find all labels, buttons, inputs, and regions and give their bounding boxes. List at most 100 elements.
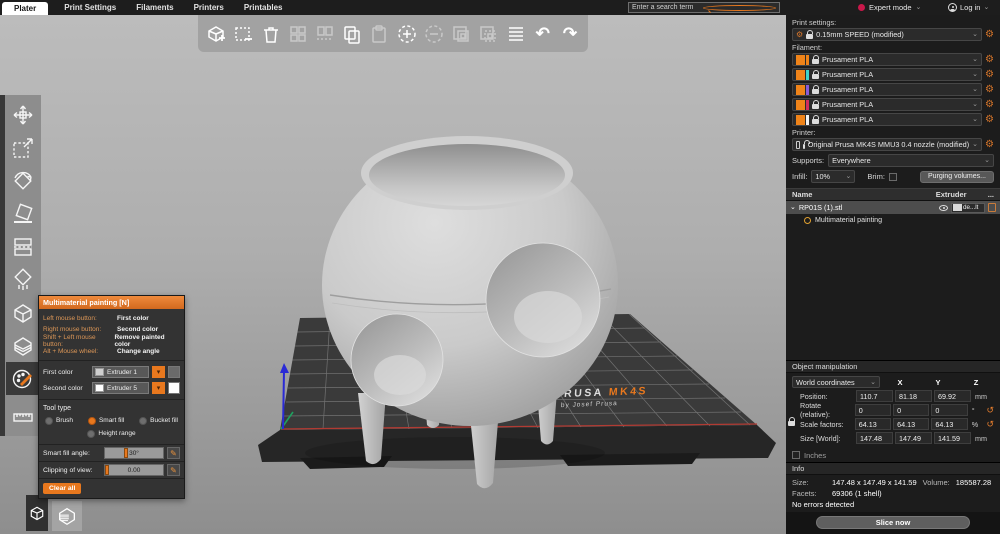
preview-view-button[interactable] [52,501,82,531]
rotate-tool[interactable] [6,164,40,197]
slider-handle[interactable] [124,448,128,458]
filament-2-select[interactable]: Prusament PLA ⌄ [792,68,982,81]
split-parts-button[interactable] [476,21,500,47]
supports-select[interactable]: Everywhere ⌄ [828,154,994,167]
edit-settings-icon[interactable] [988,203,996,212]
second-color-select[interactable]: Extruder 5 [92,382,149,394]
position-y-field[interactable]: 81.18 [895,390,932,402]
scale-tool[interactable] [6,131,40,164]
uniform-scale-lock-icon[interactable] [788,421,795,426]
tab-printables[interactable]: Printables [234,0,293,15]
brim-checkbox[interactable] [889,173,897,181]
editor-view-button[interactable] [26,495,48,531]
edit-clipping-button[interactable]: ✎ [167,464,180,476]
scale-x-field[interactable]: 64.13 [855,418,891,430]
edit-filament-5-button[interactable]: ⚙ [985,115,994,125]
clipping-view-slider[interactable]: 0.00 [104,464,164,476]
size-z-field[interactable]: 141.59 [934,432,971,444]
edit-filament-1-button[interactable]: ⚙ [985,55,994,65]
paste-button[interactable] [367,21,391,47]
search-input[interactable]: Enter a search term [628,2,780,13]
collapse-caret-icon[interactable]: ⌄ [790,204,796,211]
tool-smart-fill-radio[interactable]: Smart fill [88,417,124,425]
3d-viewport[interactable]: ORIGINAL PRUSA MK4S by Josef Prusa [0,15,786,534]
undo-button[interactable]: ↶ [531,21,555,47]
remove-instance-button[interactable] [422,21,446,47]
edit-print-settings-button[interactable]: ⚙ [985,30,994,40]
edit-filament-3-button[interactable]: ⚙ [985,85,994,95]
position-z-field[interactable]: 69.92 [934,390,971,402]
filament-3-select[interactable]: Prusament PLA ⌄ [792,83,982,96]
name-column-header[interactable]: Name [792,190,936,199]
scale-z-field[interactable]: 64.13 [931,418,967,430]
eye-icon[interactable] [939,205,948,211]
filament-4-select[interactable]: Prusament PLA ⌄ [792,98,982,111]
clear-all-button[interactable]: Clear all [43,483,81,494]
reset-scale-button[interactable]: ↺ [986,420,994,429]
print-settings-select[interactable]: ⚙ 0.15mm SPEED (modified) ⌄ [792,28,982,41]
mode-badge-icon [858,4,865,11]
tool-bucket-fill-radio[interactable]: Bucket fill [139,417,178,425]
coordinates-select[interactable]: World coordinates ⌄ [792,376,880,388]
first-color-select[interactable]: Extruder 1 [92,366,149,378]
support-painting-tool[interactable] [6,263,40,296]
arrange-button[interactable] [286,21,310,47]
delete-all-button[interactable] [258,21,282,47]
rotate-y-field[interactable]: 0 [893,404,929,416]
second-color-dropdown-button[interactable]: ▾ [152,382,165,394]
measure-tool[interactable] [6,400,40,433]
tab-filaments[interactable]: Filaments [126,0,183,15]
size-y-field[interactable]: 147.49 [895,432,932,444]
object-extruder-select[interactable]: de...lt [951,203,985,213]
filament-5-select[interactable]: Prusament PLA ⌄ [792,113,982,126]
tab-printers[interactable]: Printers [184,0,234,15]
edit-filament-4-button[interactable]: ⚙ [985,100,994,110]
edit-printer-button[interactable]: ⚙ [985,140,994,150]
slice-now-button[interactable]: Slice now [816,516,970,529]
more-column-header[interactable]: ... [988,190,994,199]
split-objects-button[interactable] [449,21,473,47]
first-color-dropdown-button[interactable]: ▾ [152,366,165,378]
arrange-bed-button[interactable] [313,21,337,47]
chevron-down-icon: ⌄ [972,31,978,38]
remove-instance-icon [423,23,445,45]
login-button[interactable]: Log in ⌄ [948,0,989,15]
multimaterial-painting-tool[interactable] [6,362,40,395]
variable-layer-height-button[interactable] [503,21,527,47]
tool-brush-radio[interactable]: Brush [45,417,73,425]
tool-height-range-radio[interactable]: Height range [87,430,135,438]
edit-filament-2-button[interactable]: ⚙ [985,70,994,80]
mode-selector[interactable]: Expert mode ⌄ [858,0,921,15]
seam-painting-tool[interactable] [6,296,40,329]
remove-object-button[interactable] [231,21,255,47]
place-on-face-tool[interactable] [6,197,40,230]
slider-handle[interactable] [105,465,109,475]
object-child-row[interactable]: Multimaterial painting [786,214,1000,226]
printer-select[interactable]: Original Prusa MK4S MMU3 0.4 nozzle (mod… [792,138,982,151]
rotate-x-field[interactable]: 0 [855,404,891,416]
cut-tool[interactable] [6,230,40,263]
tab-print-settings[interactable]: Print Settings [54,0,126,15]
reset-rotation-button[interactable]: ↺ [986,406,994,415]
size-x-field[interactable]: 147.48 [856,432,893,444]
position-x-field[interactable]: 110.7 [856,390,893,402]
add-instance-button[interactable] [395,21,419,47]
panel-title[interactable]: Multimaterial painting [N] [39,296,184,309]
edit-angle-button[interactable]: ✎ [167,447,180,459]
tab-plater[interactable]: Plater [2,2,48,15]
add-object-button[interactable] [204,21,228,47]
filament-1-select[interactable]: Prusament PLA ⌄ [792,53,982,66]
inches-checkbox[interactable] [792,451,800,459]
purging-volumes-button[interactable]: Purging volumes... [920,171,994,183]
scale-y-field[interactable]: 64.13 [893,418,929,430]
emboss-tool[interactable] [6,329,40,362]
move-tool[interactable] [6,98,40,131]
extruder-column-header[interactable]: Extruder [936,190,988,199]
search-icon[interactable] [703,5,776,11]
object-row[interactable]: ⌄ RP01S (1).stl de...lt [786,201,1000,214]
smart-fill-angle-slider[interactable]: 30° [104,447,164,459]
infill-select[interactable]: 10% ⌄ [811,170,855,183]
copy-button[interactable] [340,21,364,47]
rotate-z-field[interactable]: 0 [931,404,967,416]
redo-button[interactable]: ↷ [558,21,582,47]
